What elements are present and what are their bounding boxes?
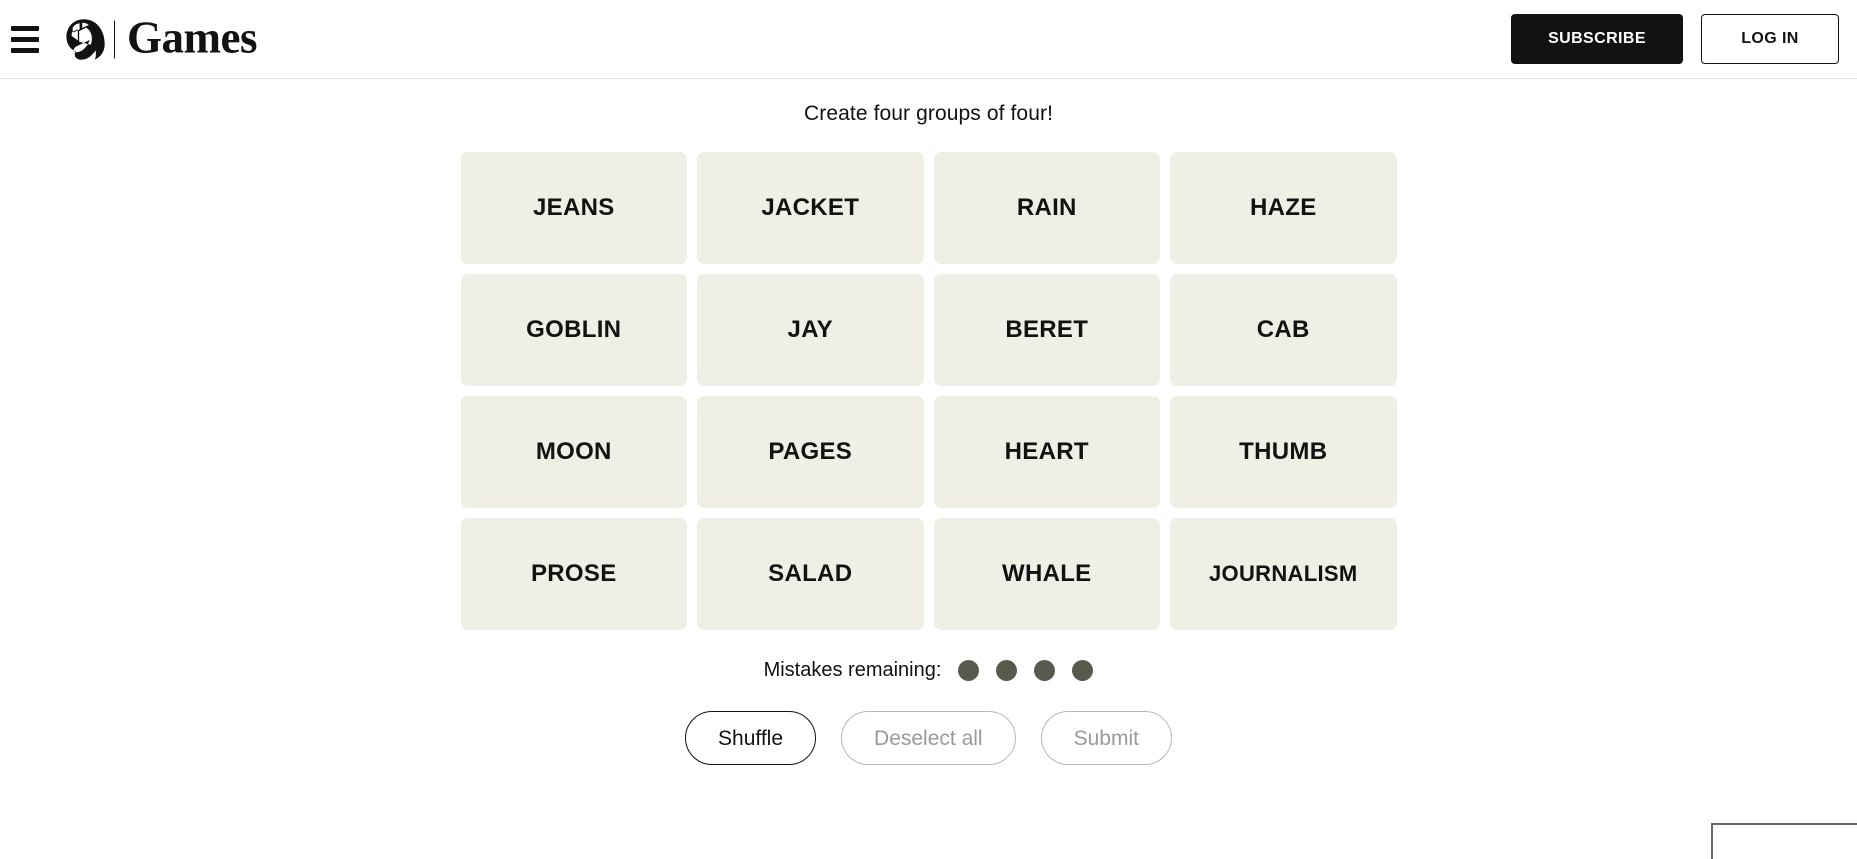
tile-heart[interactable]: HEART	[933, 396, 1160, 508]
tile-haze[interactable]: HAZE	[1170, 152, 1397, 264]
mistakes-dots	[958, 659, 1094, 681]
mistake-dot	[958, 659, 980, 681]
subscribe-button[interactable]: SUBSCRIBE	[1511, 14, 1683, 64]
tile-beret[interactable]: BERET	[933, 274, 1160, 386]
tile-whale[interactable]: WHALE	[933, 518, 1160, 630]
connections-game: Create four groups of four! JEANS JACKET R…	[0, 79, 1857, 765]
corner-widget-edge[interactable]	[1711, 823, 1857, 859]
mistake-dot	[1034, 659, 1056, 681]
header-actions: SUBSCRIBE LOG IN	[1511, 14, 1839, 64]
tile-jeans[interactable]: JEANS	[460, 152, 687, 264]
brand-divider	[114, 20, 115, 58]
brand-name: Games	[127, 12, 257, 63]
tile-prose[interactable]: PROSE	[460, 518, 687, 630]
submit-button: Submit	[1040, 711, 1172, 765]
tile-jay[interactable]: JAY	[697, 274, 924, 386]
tile-jacket[interactable]: JACKET	[697, 152, 924, 264]
tile-rain[interactable]: RAIN	[933, 152, 1160, 264]
game-instructions: Create four groups of four!	[804, 102, 1053, 125]
shuffle-button[interactable]: Shuffle	[685, 711, 817, 765]
mistake-dot	[996, 659, 1018, 681]
mistake-dot	[1072, 659, 1094, 681]
tile-goblin[interactable]: GOBLIN	[460, 274, 687, 386]
hamburger-bar	[11, 25, 39, 31]
tile-pages[interactable]: PAGES	[697, 396, 924, 508]
tile-moon[interactable]: MOON	[460, 396, 687, 508]
tile-thumb[interactable]: THUMB	[1170, 396, 1397, 508]
tile-salad[interactable]: SALAD	[697, 518, 924, 630]
tile-journalism[interactable]: JOURNALISM	[1170, 518, 1397, 630]
mistakes-remaining: Mistakes remaining:	[764, 658, 1094, 682]
login-button[interactable]: LOG IN	[1701, 14, 1839, 64]
tile-cab[interactable]: CAB	[1170, 274, 1397, 386]
app-header: Games SUBSCRIBE LOG IN	[0, 0, 1857, 79]
connections-board: JEANS JACKET RAIN HAZE GOBLIN JAY BERET CAB MOON…	[460, 152, 1397, 630]
game-controls: Shuffle Deselect all Submit	[685, 711, 1172, 765]
hamburger-bar	[11, 36, 39, 42]
nyt-t-logo-icon	[66, 18, 105, 60]
brand-home-link[interactable]: Games	[62, 12, 257, 63]
hamburger-bar	[11, 47, 39, 53]
hamburger-menu-icon[interactable]	[6, 22, 44, 56]
deselect-all-button: Deselect all	[841, 711, 1016, 765]
mistakes-label: Mistakes remaining:	[763, 659, 942, 681]
